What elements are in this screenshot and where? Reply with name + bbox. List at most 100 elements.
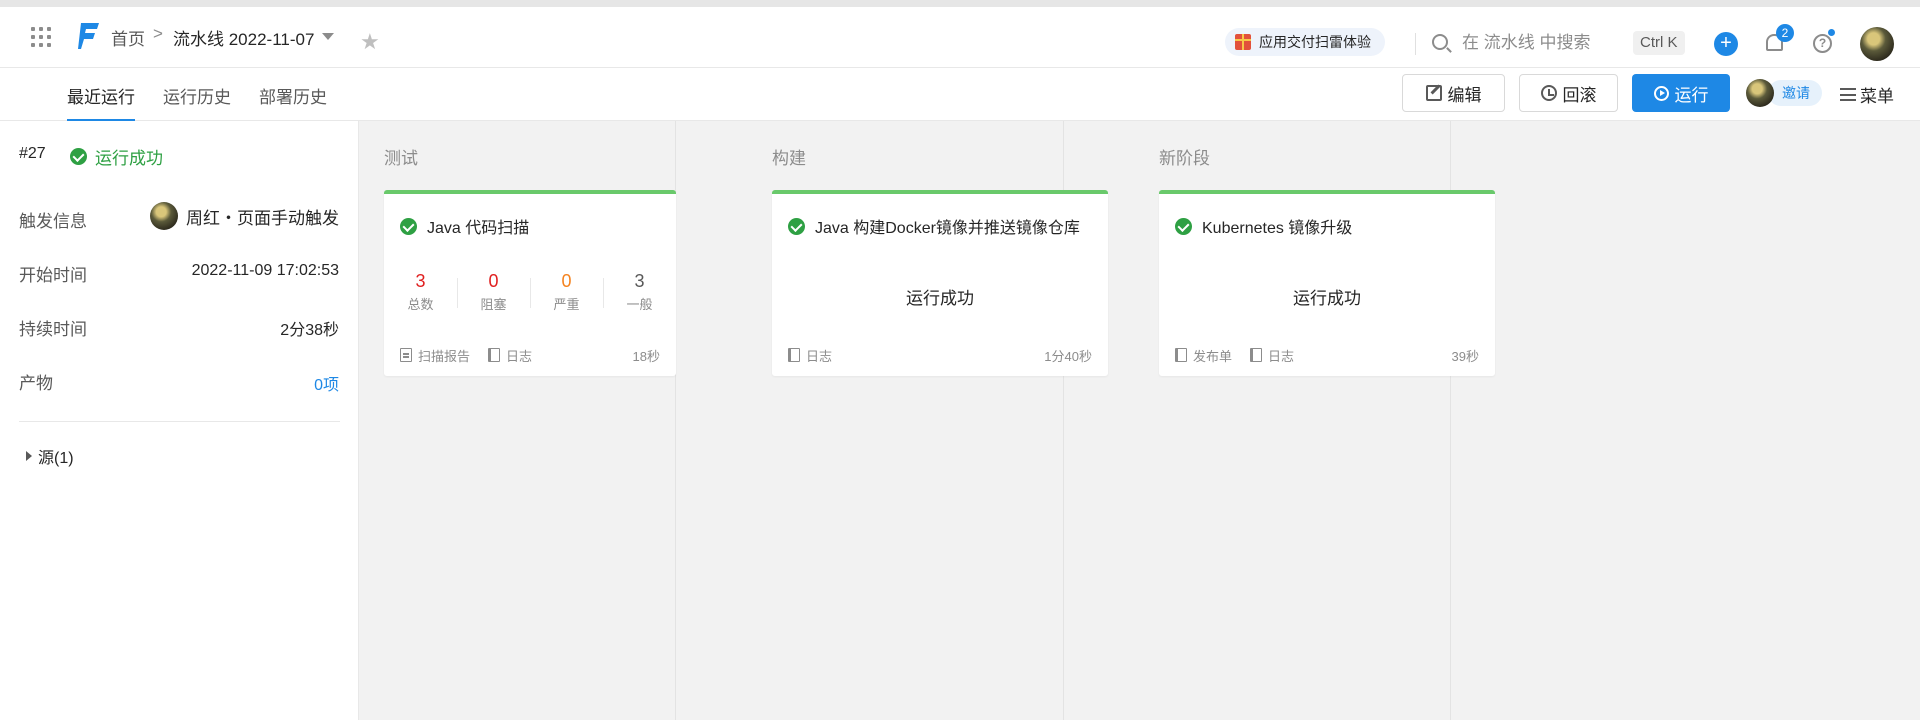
job-footer: 发布单 日志 39秒 [1175, 345, 1479, 365]
duration-label: 持续时间 [19, 320, 87, 339]
release-icon [1175, 348, 1187, 362]
check-circle-icon [70, 148, 87, 165]
stage-column: 构建 Java 构建Docker镜像并推送镜像仓库 运行成功 日志 1分40秒 [748, 121, 1108, 720]
stage-title: 测试 [384, 149, 418, 168]
logo-icon[interactable] [77, 21, 101, 51]
edit-icon [1425, 85, 1442, 101]
job-duration: 18秒 [632, 348, 660, 364]
job-name: Kubernetes 镜像升级 [1202, 220, 1353, 237]
duration-value: 2分38秒 [280, 322, 339, 339]
trigger-label: 触发信息 [19, 212, 87, 231]
invite-button[interactable]: 邀请 [1746, 78, 1822, 108]
source-label: 源(1) [38, 450, 74, 467]
log-link[interactable]: 日志 [1250, 346, 1294, 365]
stage-title: 构建 [772, 149, 806, 168]
document-icon [400, 348, 412, 362]
breadcrumb-separator: > [153, 24, 163, 43]
job-status: 运行成功 [1293, 289, 1361, 308]
rollback-button[interactable]: 回滚 [1519, 74, 1618, 112]
artifact-link[interactable]: 0项 [314, 371, 339, 395]
notification-badge: 2 [1776, 24, 1794, 42]
run-button[interactable]: 运行 [1632, 74, 1730, 112]
link-label: 发布单 [1193, 348, 1233, 364]
job-card[interactable]: Java 代码扫描 3 总数 0 阻塞 0 严重 3 一般 扫描报告 日志 18… [384, 190, 676, 376]
apps-grid-icon[interactable] [31, 27, 51, 47]
help-icon[interactable]: ? [1813, 34, 1832, 53]
trigger-value: 周红・页面手动触发 [186, 208, 339, 228]
scan-report-link[interactable]: 扫描报告 [400, 346, 470, 365]
check-circle-icon [1175, 217, 1192, 235]
tab-deploy-history[interactable]: 部署历史 [259, 83, 327, 121]
job-title: Java 代码扫描 [400, 214, 529, 238]
log-link[interactable]: 日志 [788, 346, 832, 365]
job-status: 运行成功 [906, 289, 974, 308]
metric-blocker[interactable]: 0 阻塞 [457, 270, 530, 314]
history-icon [1540, 85, 1557, 101]
job-name: Java 构建Docker镜像并推送镜像仓库 [815, 220, 1080, 237]
avatar[interactable] [1860, 27, 1894, 61]
avatar [150, 202, 178, 230]
member-avatar [1746, 79, 1774, 107]
run-summary-panel: #27 运行成功 触发信息 周红・页面手动触发 开始时间 2022-11-09 … [0, 121, 359, 720]
release-link[interactable]: 发布单 [1175, 346, 1232, 365]
metric-label: 阻塞 [480, 297, 507, 312]
search-input[interactable] [1462, 29, 1622, 57]
metric-value: 0 [488, 271, 499, 291]
log-icon [788, 348, 800, 362]
menu-icon [1840, 88, 1856, 101]
run-label: 运行 [1674, 85, 1709, 105]
breadcrumb-home[interactable]: 首页 [111, 25, 145, 50]
header-divider [1415, 33, 1416, 55]
chevron-down-icon[interactable] [322, 33, 334, 40]
promo-label: 应用交付扫雷体验 [1259, 34, 1371, 50]
run-status-label: 运行成功 [95, 149, 163, 168]
job-card[interactable]: Java 构建Docker镜像并推送镜像仓库 运行成功 日志 1分40秒 [772, 190, 1108, 376]
help-dot [1828, 29, 1835, 36]
link-label: 扫描报告 [418, 348, 471, 364]
job-name: Java 代码扫描 [427, 220, 530, 237]
job-title: Kubernetes 镜像升级 [1175, 214, 1352, 238]
promo-badge[interactable]: 应用交付扫雷体验 [1225, 28, 1385, 56]
log-icon [488, 348, 501, 362]
tab-recent-runs[interactable]: 最近运行 [67, 83, 135, 121]
start-time-label: 开始时间 [19, 266, 87, 285]
run-status: 运行成功 [70, 144, 163, 169]
breadcrumb-pipeline[interactable]: 流水线 2022-11-07 [173, 25, 314, 50]
edit-label: 编辑 [1447, 85, 1482, 105]
job-duration: 39秒 [1451, 348, 1479, 364]
rollback-label: 回滚 [1562, 85, 1597, 105]
caret-right-icon [26, 451, 32, 461]
link-label: 日志 [506, 348, 533, 364]
menu-label: 菜单 [1860, 87, 1894, 106]
metric-total[interactable]: 3 总数 [384, 270, 457, 314]
search-shortcut: Ctrl K [1633, 31, 1685, 55]
star-icon[interactable]: ★ [360, 31, 380, 53]
metric-label: 一般 [626, 297, 653, 312]
stage-column: 新阶段 Kubernetes 镜像升级 运行成功 发布单 日志 39秒 [1135, 121, 1495, 720]
metric-value: 3 [634, 271, 645, 291]
stage-title: 新阶段 [1159, 149, 1210, 168]
job-footer: 扫描报告 日志 18秒 [400, 345, 660, 365]
link-label: 日志 [1268, 348, 1295, 364]
metric-critical[interactable]: 0 严重 [530, 270, 603, 314]
check-circle-icon [788, 217, 805, 235]
tab-run-history[interactable]: 运行历史 [163, 83, 231, 121]
log-link[interactable]: 日志 [488, 346, 532, 365]
play-icon [1653, 85, 1669, 101]
menu-button[interactable]: 菜单 [1840, 82, 1894, 107]
metric-normal[interactable]: 3 一般 [603, 270, 676, 314]
scan-metrics: 3 总数 0 阻塞 0 严重 3 一般 [384, 270, 676, 314]
gift-icon [1235, 34, 1251, 50]
metric-value: 0 [561, 271, 572, 291]
panel-divider [19, 421, 340, 422]
source-toggle[interactable]: 源(1) [26, 444, 74, 468]
add-button[interactable]: + [1714, 32, 1738, 56]
stage-column: 测试 Java 代码扫描 3 总数 0 阻塞 0 严重 3 一般 扫描报告 日志… [360, 121, 676, 720]
link-label: 日志 [806, 348, 833, 364]
run-number: #27 [19, 145, 46, 162]
edit-button[interactable]: 编辑 [1402, 74, 1505, 112]
empty-stage-area [1522, 121, 1920, 720]
trigger-info: 周红・页面手动触发 [150, 202, 339, 230]
job-card[interactable]: Kubernetes 镜像升级 运行成功 发布单 日志 39秒 [1159, 190, 1495, 376]
log-icon [1250, 348, 1263, 362]
